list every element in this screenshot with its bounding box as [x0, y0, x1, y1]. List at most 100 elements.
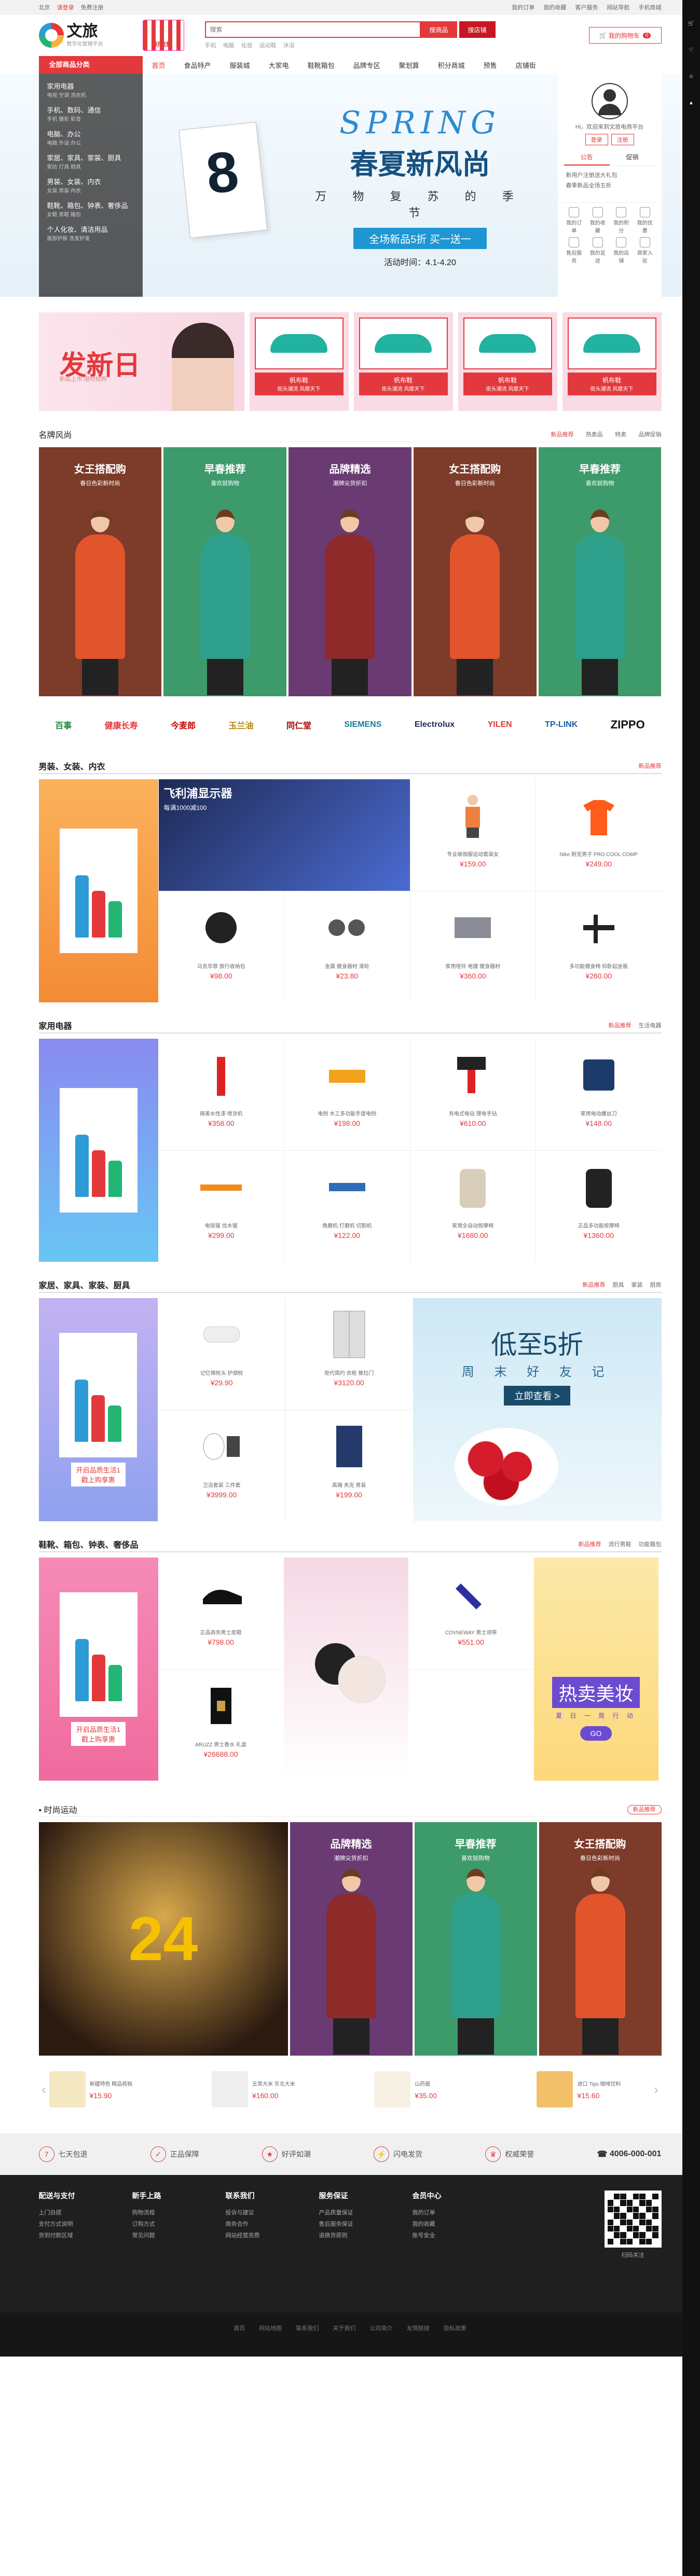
- fashion-banner[interactable]: 早春推荐 喜欢就购物: [163, 447, 287, 696]
- hot-word[interactable]: 化妆: [241, 43, 253, 49]
- category-item[interactable]: 电脑、办公 电脑 外设 办公: [39, 126, 143, 149]
- footer-link[interactable]: 货到付款区域: [39, 2230, 132, 2241]
- brand-logo[interactable]: 玉兰油: [229, 719, 254, 731]
- category-item[interactable]: 鞋靴、箱包、钟表、奢侈品 女鞋 男鞋 箱包: [39, 197, 143, 221]
- hero-banner[interactable]: 家用电器 电视 空调 洗衣机 手机、数码、通信 手机 摄影 影音 电脑、办公 电脑 外…: [0, 74, 700, 297]
- product-card[interactable]: 铸美水性漆 喷涂机 ¥358.00: [158, 1039, 284, 1150]
- footer-link[interactable]: 产品质量保证: [319, 2207, 413, 2219]
- brand-logo[interactable]: TP-LINK: [545, 720, 578, 729]
- category-item[interactable]: 个人化妆、清洁用品 面部护肤 洗发护发: [39, 221, 143, 245]
- monitor-ad[interactable]: 飞利浦显示器 每满1000减100: [158, 779, 410, 891]
- product-card[interactable]: 高端 夹克 男装 ¥199.00: [285, 1410, 413, 1521]
- nav-item[interactable]: 品牌专区: [344, 60, 390, 70]
- logo[interactable]: 文旅 数字化管理平台: [38, 23, 132, 48]
- location[interactable]: 北京: [39, 5, 50, 11]
- hot-word[interactable]: 手机: [205, 43, 216, 49]
- login-link[interactable]: 请登录: [57, 5, 74, 11]
- nav-item[interactable]: 大家电: [259, 60, 298, 70]
- fashion-banner[interactable]: 早春推荐 喜欢就购物: [538, 447, 662, 696]
- footer-link[interactable]: 退换货原则: [319, 2230, 413, 2241]
- promo-card[interactable]: 帆布鞋 街头潮流 风靡天下: [458, 312, 557, 411]
- footer-link[interactable]: 上门自提: [39, 2207, 132, 2219]
- all-categories[interactable]: 全部商品分类: [38, 56, 143, 74]
- news-item[interactable]: 新用户注册送大礼包: [566, 170, 653, 181]
- nav-item[interactable]: 聚划算: [390, 60, 429, 70]
- register-link[interactable]: 免费注册: [81, 5, 104, 11]
- product-card[interactable]: 家用电动螺丝刀 ¥148.00: [536, 1039, 662, 1150]
- section-tab[interactable]: 品牌促销: [639, 432, 662, 438]
- floor-tab[interactable]: 生活电器: [639, 1023, 662, 1029]
- floor-ad[interactable]: [38, 1039, 158, 1262]
- panel-app[interactable]: 我的店铺: [611, 237, 632, 264]
- view-now-button[interactable]: 立即查看 >: [504, 1386, 570, 1406]
- product-card[interactable]: 记忆棉枕头 护颈枕 ¥29.90: [158, 1298, 285, 1410]
- copy-link[interactable]: 公司简介: [370, 2325, 393, 2332]
- nav-item[interactable]: 鞋靴箱包: [298, 60, 344, 70]
- slider-item[interactable]: 五常大米 东北大米 ¥160.00: [211, 2071, 326, 2107]
- panel-app[interactable]: 我的收藏: [587, 207, 608, 234]
- hot-word[interactable]: 沐浴: [283, 43, 295, 49]
- top-link[interactable]: 我的订单: [512, 5, 534, 11]
- product-card[interactable]: 马克华菲 旅行收纳包 ¥98.00: [158, 891, 284, 1002]
- promo-main-banner[interactable]: 发新日 新品上市 限时抢购: [38, 312, 244, 411]
- fashion-banner[interactable]: 女王搭配购 春日色彩新时尚: [413, 447, 537, 696]
- discount-banner[interactable]: 低至5折 周 末 好 友 记 立即查看 >: [413, 1298, 662, 1521]
- basketball-banner[interactable]: 24: [38, 1822, 288, 2056]
- tab-promo[interactable]: 促销: [610, 149, 655, 166]
- product-card[interactable]: 金属 健身器材 滑轮 ¥23.80: [284, 891, 410, 1002]
- product-card[interactable]: ARUZZ 男士香水 礼盒 ¥26688.00: [158, 1669, 283, 1781]
- footer-link[interactable]: 网站经营资质: [226, 2230, 319, 2241]
- brand-logo[interactable]: 同仁堂: [286, 719, 311, 731]
- product-card[interactable]: 正品商务男士皮鞋 ¥798.00: [158, 1558, 283, 1669]
- footer-link[interactable]: 售后服务保证: [319, 2219, 413, 2230]
- hero-cta-button[interactable]: 全场新品5折 买一送一: [353, 228, 487, 249]
- top-link[interactable]: 我的收藏: [543, 5, 566, 11]
- promo-card[interactable]: 帆布鞋 街头潮流 风靡天下: [249, 312, 349, 411]
- floor-tab[interactable]: 厨房: [650, 1282, 662, 1288]
- copy-link[interactable]: 关于我们: [333, 2325, 356, 2332]
- copy-link[interactable]: 网站地图: [259, 2325, 282, 2332]
- panel-app[interactable]: 我的订单: [564, 207, 585, 234]
- product-card[interactable]: 角磨机 打磨机 切割机 ¥122.00: [284, 1150, 410, 1262]
- footer-link[interactable]: 购物流程: [132, 2207, 226, 2219]
- section-tab[interactable]: 新品推荐: [627, 1804, 662, 1814]
- fashion-banner[interactable]: 品牌精选 潮牌尖货折扣: [290, 1822, 413, 2056]
- footer-link[interactable]: 账号安全: [413, 2230, 506, 2241]
- cart-button[interactable]: 🛒 我的购物车 0: [588, 27, 662, 44]
- floor-ad[interactable]: 开启品质生活1 戳上购享惠: [38, 1558, 158, 1781]
- heart-icon[interactable]: ♡: [682, 47, 700, 53]
- product-card[interactable]: 家用哑铃 电镀 健身器材 ¥360.00: [410, 891, 536, 1002]
- floor-tab[interactable]: 厨具: [613, 1282, 624, 1288]
- slider-prev-icon[interactable]: ‹: [39, 2082, 49, 2098]
- panel-app[interactable]: 我的足迹: [587, 237, 608, 264]
- search-store-button[interactable]: 搜店铺: [459, 21, 496, 38]
- slider-next-icon[interactable]: ›: [651, 2082, 662, 2098]
- brand-logo[interactable]: ZIPPO: [611, 718, 645, 732]
- category-item[interactable]: 手机、数码、通信 手机 摄影 影音: [39, 102, 143, 126]
- fashion-banner[interactable]: 女王搭配购 春日色彩新时尚: [38, 447, 162, 696]
- floor-tab[interactable]: 家装: [632, 1282, 643, 1288]
- section-tab[interactable]: 热卖品: [586, 432, 603, 438]
- panel-login-button[interactable]: 登录: [585, 134, 608, 145]
- fashion-banner[interactable]: 早春推荐 喜欢就购物: [414, 1822, 537, 2056]
- section-tab[interactable]: 新品推荐: [551, 432, 573, 438]
- panel-app[interactable]: 售后服务: [564, 237, 585, 264]
- product-card[interactable]: COVNEWAY 男士领带 ¥551.00: [408, 1558, 533, 1669]
- footer-link[interactable]: 我的订单: [413, 2207, 506, 2219]
- panel-app[interactable]: 我的积分: [611, 207, 632, 234]
- brand-logo[interactable]: 今麦郎: [171, 719, 196, 731]
- tab-notice[interactable]: 公告: [564, 149, 610, 166]
- footer-link[interactable]: 投诉与建议: [226, 2207, 319, 2219]
- slider-item[interactable]: 山药面 ¥35.00: [374, 2071, 488, 2107]
- category-item[interactable]: 家用电器 电视 空调 洗衣机: [39, 78, 143, 102]
- product-card[interactable]: Nike 耐克男子 PRO COOL COMP ¥249.00: [536, 779, 662, 891]
- floor-tab[interactable]: 新品推荐: [579, 1541, 601, 1548]
- user-icon[interactable]: ☺: [682, 74, 700, 79]
- slider-item[interactable]: 进口 Tips 咖啡饮料 ¥15.60: [537, 2071, 651, 2107]
- nav-item[interactable]: 积分商城: [429, 60, 474, 70]
- brand-logo[interactable]: YILEN: [488, 720, 512, 729]
- top-link[interactable]: 网站导航: [607, 5, 629, 11]
- top-link[interactable]: 客户服务: [575, 5, 598, 11]
- hot-word[interactable]: 电脑: [223, 43, 235, 49]
- product-card[interactable]: 多功能健身椅 仰卧起坐板 ¥260.00: [536, 891, 662, 1002]
